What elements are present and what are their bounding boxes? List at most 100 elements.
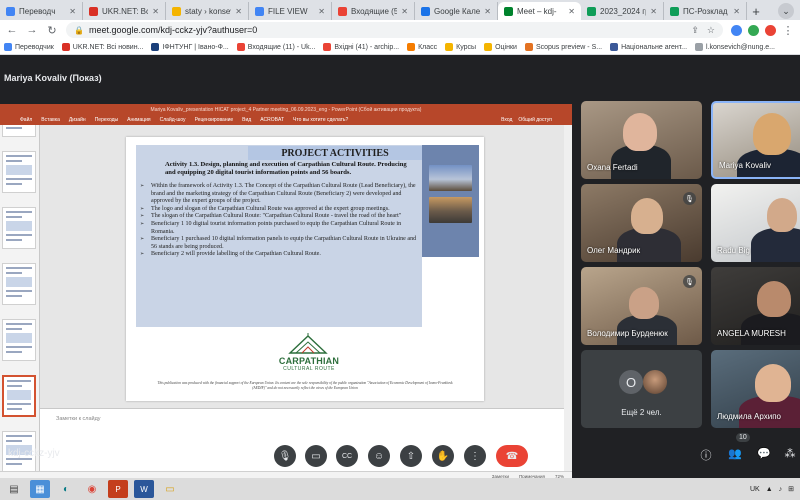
participant-tile[interactable]: 🎙 Володимир Бурденюк bbox=[581, 267, 702, 345]
tab-close-icon[interactable]: ✕ bbox=[318, 7, 325, 16]
new-tab-button[interactable]: + bbox=[747, 2, 765, 20]
tab-favicon-icon bbox=[504, 6, 513, 16]
tab-title: Входящие (553 bbox=[351, 6, 397, 16]
slide-thumbnail[interactable] bbox=[2, 319, 36, 361]
ppt-vertical-scrollbar[interactable] bbox=[564, 125, 572, 471]
more-options-button[interactable]: ⋮ bbox=[464, 445, 486, 467]
tab-close-icon[interactable]: ✕ bbox=[650, 7, 657, 16]
people-icon[interactable]: 👥 bbox=[727, 447, 743, 460]
ppt-ribbon-tab[interactable]: ACROBAT bbox=[260, 117, 284, 123]
tray-notification-icon[interactable]: ⊞ bbox=[788, 485, 794, 493]
captions-button[interactable]: CC bbox=[336, 445, 358, 467]
participant-tile-active-speaker[interactable]: Mariya Kovaliv bbox=[711, 101, 800, 179]
bookmark-item[interactable]: UKR.NET: Всі новин... bbox=[61, 43, 143, 51]
task-view-icon[interactable]: ▤ bbox=[4, 480, 24, 498]
bookmark-item[interactable]: Класс bbox=[407, 43, 437, 51]
ppt-ribbon-tab[interactable]: Файл bbox=[20, 117, 32, 123]
bookmark-item[interactable]: ІФНТУНГ | Івано-Ф... bbox=[151, 43, 229, 51]
extension-icon[interactable] bbox=[748, 24, 759, 36]
bookmark-item[interactable]: Курсы bbox=[445, 43, 476, 51]
slide-thumbnail[interactable] bbox=[2, 207, 36, 249]
tab-search-button[interactable]: ⌄ bbox=[778, 3, 794, 19]
bookmark-item[interactable]: Національне агент... bbox=[610, 43, 687, 51]
browser-tab[interactable]: Входящие (553 ✕ bbox=[332, 2, 415, 20]
profile-avatar[interactable] bbox=[765, 24, 776, 36]
browser-tab[interactable]: 2023_2024 граф ✕ bbox=[581, 2, 664, 20]
file-explorer-icon[interactable]: ▦ bbox=[30, 480, 50, 498]
omnibox[interactable]: 🔒 meet.google.com/kdj-cckz-yjv?authuser=… bbox=[66, 22, 723, 38]
back-icon[interactable]: ← bbox=[6, 24, 18, 36]
raise-hand-button[interactable]: ✋ bbox=[432, 445, 454, 467]
tray-language[interactable]: UK bbox=[750, 486, 760, 493]
slide-activity-heading: Activity 1.3. Design, planning and execu… bbox=[165, 161, 407, 176]
bookmark-label: Переводчик bbox=[15, 43, 54, 51]
participant-name: Oxana Fertadi bbox=[587, 163, 638, 172]
bookmark-label: Scopus preview - S... bbox=[535, 43, 603, 51]
camera-button[interactable]: ▭ bbox=[305, 445, 327, 467]
participant-tile[interactable]: Людмила Архипо bbox=[711, 350, 800, 428]
reload-icon[interactable]: ↻ bbox=[46, 24, 58, 37]
folder-icon[interactable]: ▭ bbox=[160, 480, 180, 498]
ppt-ribbon-action[interactable]: Общий доступ bbox=[518, 117, 552, 123]
meeting-info-icon[interactable]: ⓘ bbox=[698, 447, 714, 463]
participant-tile-others[interactable]: O Ещё 2 чел. bbox=[581, 350, 702, 428]
bookmark-star-icon[interactable]: ☆ bbox=[707, 25, 715, 36]
participant-tile[interactable]: 🎙 ANGELA MURESH bbox=[711, 267, 800, 345]
reactions-button[interactable]: ☺ bbox=[368, 445, 390, 467]
ppt-ribbon-tab[interactable]: Что вы хотите сделать? bbox=[293, 117, 348, 123]
browser-tab[interactable]: FILE VIEW ✕ bbox=[249, 2, 332, 20]
ppt-ribbon-tab[interactable]: Вставка bbox=[41, 117, 60, 123]
slide-thumbnail[interactable] bbox=[2, 151, 36, 193]
chat-icon[interactable]: 💬 bbox=[756, 447, 772, 460]
activities-icon[interactable]: ⁂ bbox=[782, 447, 798, 460]
present-screen-icon: ⇧ bbox=[406, 450, 416, 462]
ppt-ribbon-tab[interactable]: Анимация bbox=[127, 117, 150, 123]
present-button[interactable]: ⇧ bbox=[400, 445, 422, 467]
browser-tab[interactable]: Meet – kdj- ✕ bbox=[498, 2, 581, 20]
word-icon[interactable]: W bbox=[134, 480, 154, 498]
tab-close-icon[interactable]: ✕ bbox=[484, 7, 491, 16]
tab-close-icon[interactable]: ✕ bbox=[733, 7, 740, 16]
extension-icon[interactable] bbox=[731, 24, 742, 36]
browser-tab[interactable]: UKR.NET: Все н ✕ bbox=[83, 2, 166, 20]
browser-menu-icon[interactable]: ⋮ bbox=[782, 24, 794, 37]
participant-tile[interactable]: 🎙 Radu Big bbox=[711, 184, 800, 262]
slide-content: Activity 1.3. Design, planning and execu… bbox=[139, 161, 422, 329]
ppt-ribbon-tab[interactable]: Вид bbox=[242, 117, 251, 123]
slide-thumbnail[interactable] bbox=[2, 263, 36, 305]
browser-tab[interactable]: Google Календ✕ bbox=[415, 2, 498, 20]
ppt-ribbon-tab[interactable]: Слайд-шоу bbox=[160, 117, 186, 123]
bookmark-item[interactable]: Scopus preview - S... bbox=[524, 43, 603, 51]
share-icon[interactable]: ⇪ bbox=[691, 25, 699, 36]
participant-tile[interactable]: 🎙 Олег Мандрик bbox=[581, 184, 702, 262]
tray-up-arrow-icon[interactable]: ▲ bbox=[766, 486, 773, 493]
browser-tab[interactable]: Переводч ✕ bbox=[0, 2, 83, 20]
slide-thumbnail[interactable] bbox=[2, 125, 36, 137]
participant-tile[interactable]: Oxana Fertadi bbox=[581, 101, 702, 179]
forward-icon[interactable]: → bbox=[26, 24, 38, 36]
ppt-ribbon-action[interactable]: Вход bbox=[501, 117, 512, 123]
leave-call-button[interactable]: ☎ bbox=[496, 445, 528, 467]
browser-tab[interactable]: ПС-Розклад v.2 ✕ bbox=[664, 2, 747, 20]
ppt-ribbon-tab[interactable]: Рецензирование bbox=[195, 117, 234, 123]
url-text[interactable]: meet.google.com/kdj-cckz-yjv?authuser=0 bbox=[89, 25, 257, 35]
tab-close-icon[interactable]: ✕ bbox=[69, 7, 76, 16]
ppt-ribbon-tab[interactable]: Дизайн bbox=[69, 117, 86, 123]
powerpoint-icon[interactable]: P bbox=[108, 480, 128, 498]
tab-close-icon[interactable]: ✕ bbox=[235, 7, 242, 16]
slide-thumbnail[interactable] bbox=[2, 375, 36, 417]
tab-close-icon[interactable]: ✕ bbox=[401, 7, 408, 16]
bookmark-item[interactable]: Входящие (11) - Uk... bbox=[236, 43, 315, 51]
chrome-icon[interactable]: ◉ bbox=[82, 480, 102, 498]
edge-icon[interactable]: ◐ bbox=[56, 480, 76, 498]
tab-close-icon[interactable]: ✕ bbox=[152, 7, 159, 16]
tab-close-icon[interactable]: ✕ bbox=[568, 7, 575, 16]
microphone-button[interactable]: 🎙 bbox=[274, 445, 296, 467]
browser-tab[interactable]: staty › konsevic ✕ bbox=[166, 2, 249, 20]
tray-volume-icon[interactable]: ♪ bbox=[779, 486, 783, 493]
bookmark-item[interactable]: Переводчик bbox=[4, 43, 54, 51]
bookmark-item[interactable]: Вхідні (41) - archip... bbox=[323, 43, 399, 51]
bookmark-item[interactable]: l.konsevich@nung.e... bbox=[695, 43, 775, 51]
ppt-ribbon-tab[interactable]: Переходы bbox=[95, 117, 118, 123]
bookmark-item[interactable]: Оцінки bbox=[484, 43, 517, 51]
